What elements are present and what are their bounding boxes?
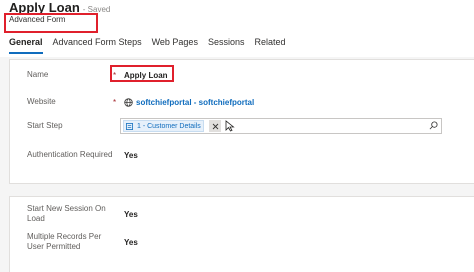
authentication-label: Authentication Required: [27, 150, 113, 159]
authentication-value[interactable]: Yes: [124, 151, 138, 160]
website-link[interactable]: softchiefportal - softchiefportal: [124, 98, 254, 107]
multiple-records-label: Multiple Records Per User Permitted: [27, 232, 102, 251]
start-new-session-value[interactable]: Yes: [124, 210, 138, 219]
tab-bar: General Advanced Form Steps Web Pages Se…: [9, 36, 296, 56]
start-step-label: Start Step: [27, 121, 63, 130]
name-row: Name * Apply Loan: [10, 68, 474, 82]
start-step-tag[interactable]: 1 - Customer Details: [123, 120, 204, 132]
tab-general[interactable]: General: [9, 36, 43, 56]
required-marker: *: [113, 70, 117, 80]
search-icon[interactable]: [429, 121, 438, 130]
website-label: Website: [27, 97, 56, 106]
general-section: Name * Apply Loan Website * softchiefpor…: [9, 59, 474, 184]
form-step-icon: [126, 122, 133, 130]
start-new-session-label: Start New Session On Load: [27, 204, 106, 223]
website-row: Website * softchiefportal - softchiefpor…: [10, 95, 474, 109]
name-field[interactable]: Apply Loan: [124, 71, 168, 80]
tab-related[interactable]: Related: [254, 36, 285, 56]
tab-advanced-form-steps[interactable]: Advanced Form Steps: [53, 36, 142, 56]
tab-sessions[interactable]: Sessions: [208, 36, 245, 56]
start-step-row: Start Step 1 - Customer Details: [10, 118, 474, 134]
start-step-lookup[interactable]: 1 - Customer Details: [120, 118, 442, 134]
save-status: - Saved: [82, 5, 111, 14]
session-section: Start New Session On Load Yes Multiple R…: [9, 196, 474, 272]
name-label: Name: [27, 70, 49, 79]
title-row: Apply Loan - Saved: [9, 0, 110, 15]
globe-icon: [124, 97, 133, 107]
form-page: Apply Loan - Saved Advanced Form General…: [0, 0, 474, 272]
website-link-label: softchiefportal - softchiefportal: [136, 97, 255, 107]
tab-web-pages[interactable]: Web Pages: [152, 36, 198, 56]
form-header: Apply Loan - Saved Advanced Form General…: [0, 0, 474, 62]
multiple-records-row: Multiple Records Per User Permitted Yes: [10, 231, 474, 253]
entity-name: Advanced Form: [9, 15, 66, 24]
start-new-session-row: Start New Session On Load Yes: [10, 203, 474, 225]
start-step-tag-label: 1 - Customer Details: [137, 122, 201, 130]
required-marker: *: [113, 97, 117, 107]
multiple-records-value[interactable]: Yes: [124, 238, 138, 247]
record-title: Apply Loan: [9, 0, 80, 15]
close-icon[interactable]: [209, 120, 221, 132]
mouse-cursor-icon: [225, 120, 235, 132]
authentication-row: Authentication Required Yes: [10, 144, 474, 166]
